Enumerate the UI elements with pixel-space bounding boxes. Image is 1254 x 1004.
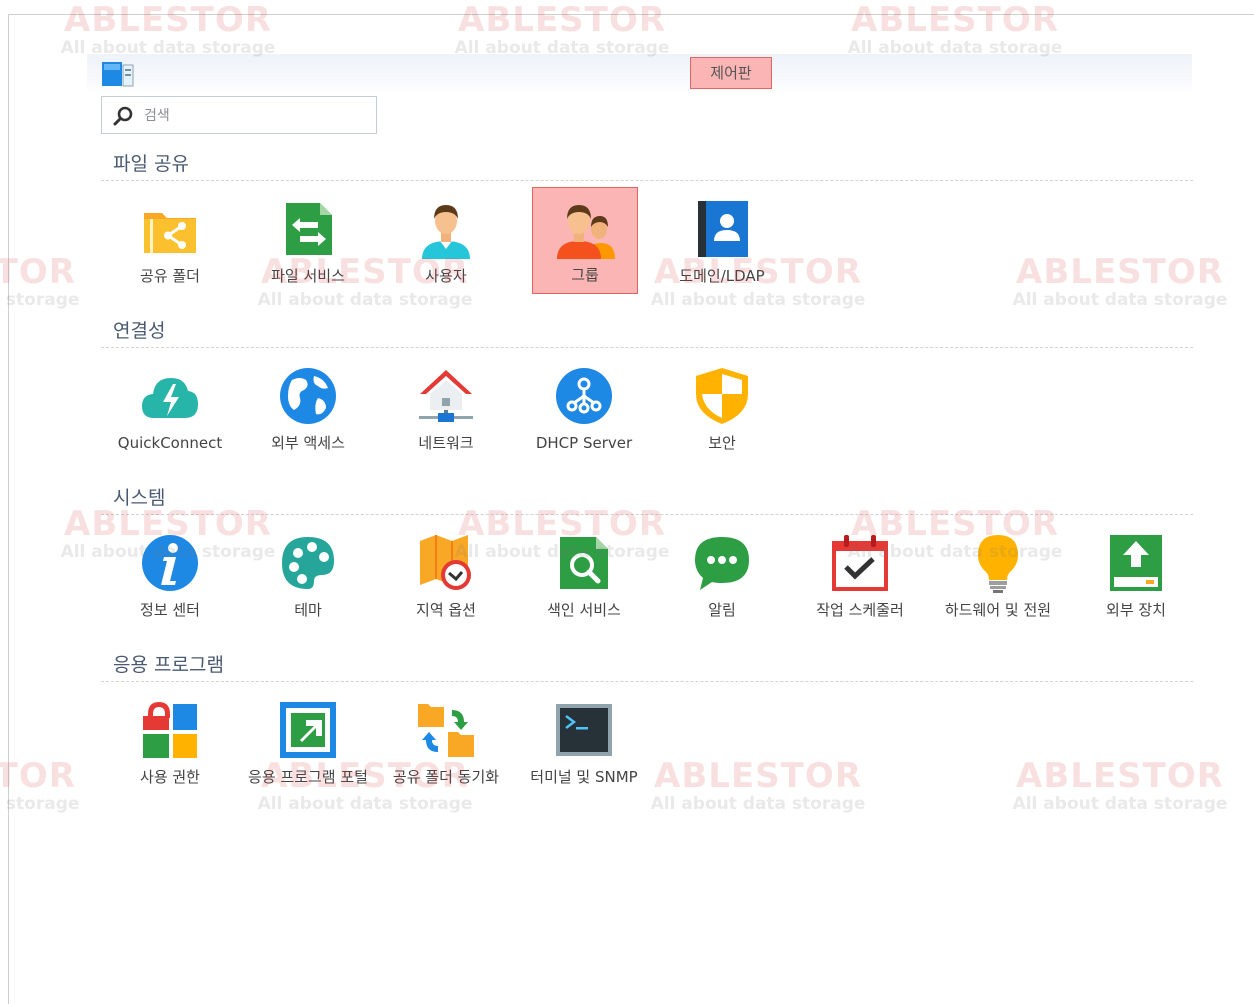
upload-drive-icon — [1110, 535, 1162, 591]
item-label: 테마 — [294, 601, 322, 619]
quickconnect-cloud-icon — [142, 378, 198, 418]
section-divider — [101, 347, 1193, 348]
section-title-applications: 응용 프로그램 — [113, 654, 224, 676]
item-label: 그룹 — [571, 266, 599, 284]
section-divider — [101, 681, 1193, 682]
group-icon — [557, 205, 615, 259]
item-task-scheduler[interactable]: 작업 스케줄러 — [808, 522, 912, 628]
title-bar: 제어판 — [87, 54, 1192, 94]
lightbulb-icon — [978, 535, 1018, 593]
item-label: 정보 센터 — [140, 601, 200, 619]
item-label: 사용 권한 — [140, 768, 200, 786]
item-security[interactable]: 보안 — [670, 355, 774, 461]
item-application-portal[interactable]: 응용 프로그램 포털 — [248, 689, 368, 795]
item-label: DHCP Server — [535, 434, 633, 452]
item-label: QuickConnect — [117, 434, 223, 452]
item-network[interactable]: 네트워크 — [394, 355, 498, 461]
item-label: 하드웨어 및 전원 — [944, 601, 1052, 619]
control-panel-icon — [102, 62, 134, 87]
item-label: 색인 서비스 — [547, 601, 621, 619]
domain-ldap-icon — [698, 201, 748, 257]
globe-icon — [280, 368, 336, 424]
item-external-devices[interactable]: 외부 장치 — [1084, 522, 1188, 628]
folder-sync-icon — [418, 704, 474, 757]
file-services-icon — [286, 203, 332, 255]
shared-folder-icon — [144, 213, 196, 253]
item-label: 파일 서비스 — [271, 267, 345, 285]
item-label: 보안 — [708, 434, 736, 452]
map-clock-icon — [420, 535, 471, 590]
item-terminal-snmp[interactable]: 터미널 및 SNMP — [530, 689, 638, 795]
item-label: 사용자 — [425, 267, 467, 285]
search-document-icon — [560, 537, 608, 589]
item-notification[interactable]: 알림 — [670, 522, 774, 628]
section-divider — [101, 180, 1193, 181]
item-quickconnect[interactable]: QuickConnect — [118, 355, 222, 461]
app-portal-icon — [280, 702, 336, 758]
item-label: 공유 폴더 — [140, 267, 200, 285]
section-title-file-sharing: 파일 공유 — [113, 153, 189, 175]
item-label: 외부 장치 — [1106, 601, 1166, 619]
search-input[interactable] — [142, 101, 371, 131]
item-external-access[interactable]: 외부 액세스 — [256, 355, 360, 461]
item-label: 지역 옵션 — [416, 601, 476, 619]
search-icon — [113, 106, 133, 126]
item-privileges[interactable]: 사용 권한 — [118, 689, 222, 795]
item-domain-ldap[interactable]: 도메인/LDAP — [670, 188, 774, 294]
item-label: 도메인/LDAP — [679, 267, 765, 285]
section-divider — [101, 514, 1193, 515]
item-dhcp-server[interactable]: DHCP Server — [532, 355, 636, 461]
dhcp-server-icon — [556, 368, 612, 424]
item-info-center[interactable]: 정보 센터 — [118, 522, 222, 628]
item-label: 네트워크 — [418, 434, 474, 452]
item-shared-folder-sync[interactable]: 공유 폴더 동기화 — [393, 689, 499, 795]
user-icon — [422, 205, 470, 259]
window-title: 제어판 — [690, 57, 772, 89]
item-group[interactable]: 그룹 — [532, 187, 638, 294]
chat-bubble-icon — [695, 537, 749, 590]
search-box[interactable] — [101, 96, 377, 134]
item-label: 작업 스케줄러 — [816, 601, 904, 619]
item-user[interactable]: 사용자 — [394, 188, 498, 294]
network-house-icon — [419, 370, 473, 422]
item-file-services[interactable]: 파일 서비스 — [256, 188, 360, 294]
item-label: 알림 — [708, 601, 736, 619]
app-privileges-icon — [143, 702, 197, 758]
palette-icon — [282, 537, 334, 589]
window-frame — [8, 14, 1254, 1004]
item-hardware-power[interactable]: 하드웨어 및 전원 — [945, 522, 1051, 628]
item-label: 외부 액세스 — [271, 434, 345, 452]
info-icon — [142, 535, 198, 591]
terminal-icon — [556, 704, 612, 756]
calendar-check-icon — [832, 535, 888, 591]
item-shared-folder[interactable]: 공유 폴더 — [118, 188, 222, 294]
item-regional-options[interactable]: 지역 옵션 — [394, 522, 498, 628]
item-label: 응용 프로그램 포털 — [248, 768, 368, 786]
item-theme[interactable]: 테마 — [256, 522, 360, 628]
item-indexing-service[interactable]: 색인 서비스 — [532, 522, 636, 628]
section-title-connectivity: 연결성 — [113, 320, 166, 342]
shield-icon — [696, 368, 748, 424]
section-title-system: 시스템 — [113, 487, 166, 509]
item-label: 공유 폴더 동기화 — [392, 768, 500, 786]
item-label: 터미널 및 SNMP — [530, 768, 638, 786]
